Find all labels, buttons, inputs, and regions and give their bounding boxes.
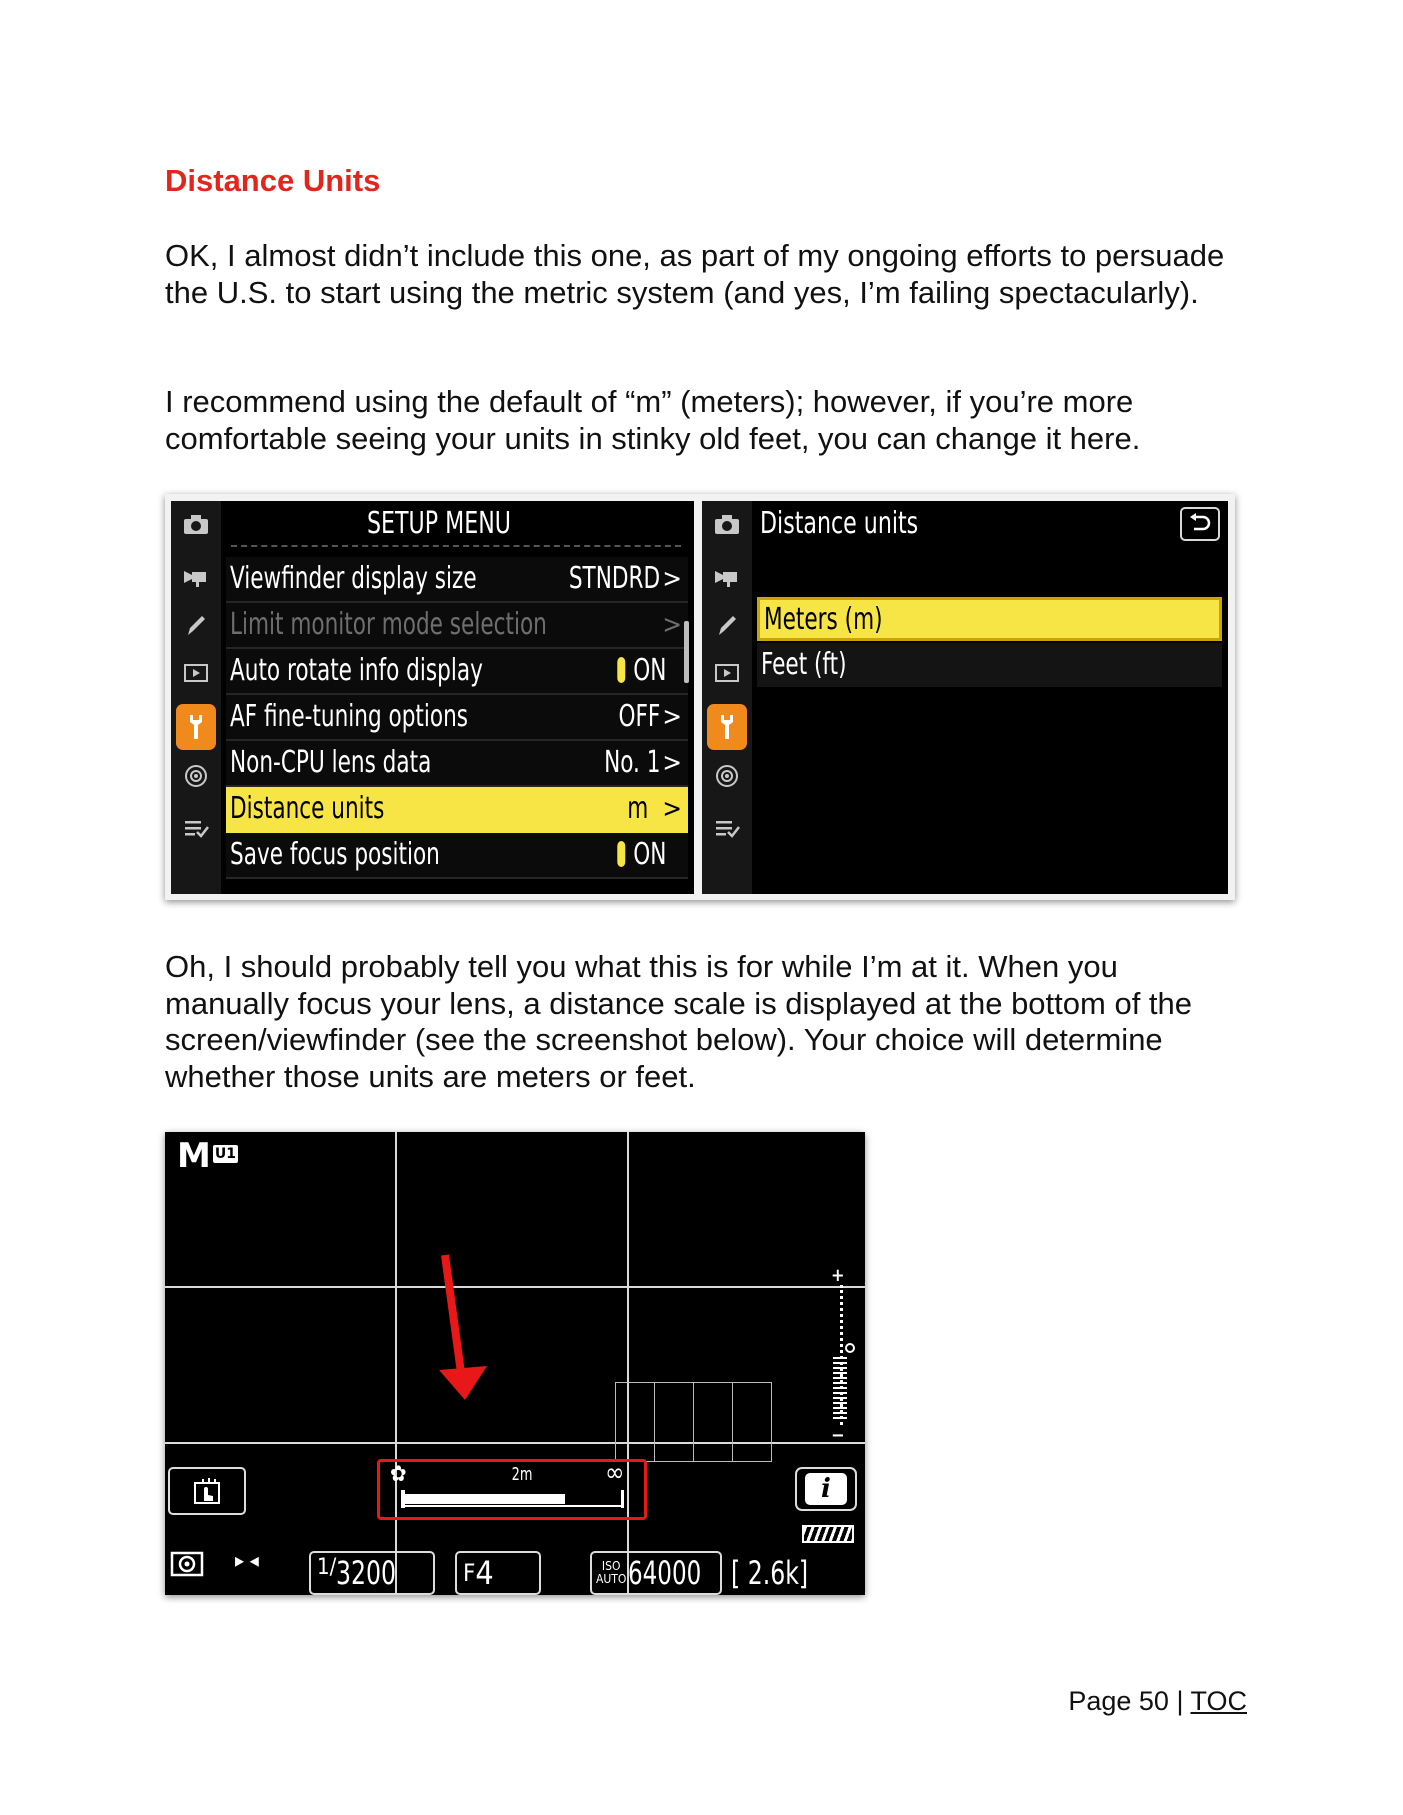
chevron-right-icon: > xyxy=(662,702,682,732)
network-icon xyxy=(707,756,747,796)
red-arrow-icon xyxy=(439,1254,487,1400)
wrench-icon xyxy=(707,704,747,750)
setup-menu-panel: SETUP MENU Viewfinder display size STNDR… xyxy=(171,501,694,894)
chevron-right-icon: > xyxy=(662,748,682,778)
iso-sensitivity[interactable]: ISO AUTO 64000 xyxy=(590,1551,722,1595)
menu-row-non-cpu-lens[interactable]: Non-CPU lens data No. 1 > xyxy=(226,741,688,787)
camera-icon xyxy=(176,504,216,544)
exposure-indicator: + − xyxy=(831,1267,855,1445)
chevron-right-icon: > xyxy=(662,610,682,640)
movie-icon xyxy=(707,557,747,597)
menu-row-auto-rotate[interactable]: Auto rotate info display ON xyxy=(226,649,688,695)
camera-icon xyxy=(707,504,747,544)
exposure-mode: M U1 xyxy=(177,1136,238,1176)
menu-row-distance-units[interactable]: Distance units m > xyxy=(226,787,688,833)
return-icon xyxy=(1190,513,1211,531)
toc-link[interactable]: TOC xyxy=(1190,1686,1247,1716)
toggle-on-icon xyxy=(616,840,625,867)
menu-tab-column xyxy=(171,501,221,894)
distance-units-panel: Distance units Meters (m) Feet (ft) xyxy=(702,501,1228,894)
wrench-icon xyxy=(176,704,216,750)
menu-row-limit-monitor-mode: Limit monitor mode selection > xyxy=(226,603,688,649)
menu-row-viewfinder-display-size[interactable]: Viewfinder display size STNDRD > xyxy=(226,557,688,603)
paragraph-recommendation: I recommend using the default of “m” (me… xyxy=(165,384,1141,456)
my-menu-icon xyxy=(176,808,216,848)
menu-row-af-fine-tuning[interactable]: AF fine-tuning options OFF > xyxy=(226,695,688,741)
infinity-symbol: ∞ xyxy=(605,1458,625,1488)
movie-icon xyxy=(176,557,216,597)
option-meters[interactable]: Meters (m) xyxy=(757,597,1222,641)
viewfinder-screenshot: M U1 + − ✿ 2m ∞ i ▸ ◂ 1/3200 F4 ISO AUTO… xyxy=(165,1132,865,1595)
pencil-icon xyxy=(707,605,747,645)
macro-flower-icon: ✿ xyxy=(390,1462,407,1487)
playback-icon xyxy=(176,653,216,693)
menu-row-save-focus-position[interactable]: Save focus position ON xyxy=(226,833,688,879)
pencil-icon xyxy=(176,605,216,645)
chevron-right-icon: > xyxy=(662,564,682,594)
back-button[interactable] xyxy=(1180,507,1220,541)
info-button[interactable]: i xyxy=(795,1467,857,1511)
page-number: Page 50 | xyxy=(1068,1686,1191,1716)
section-heading: Distance Units xyxy=(165,163,381,198)
option-feet[interactable]: Feet (ft) xyxy=(757,643,1222,687)
af-area-grid xyxy=(615,1382,772,1462)
paragraph-explanation: Oh, I should probably tell you what this… xyxy=(165,949,1193,1094)
setup-menu-title: SETUP MENU xyxy=(367,506,511,541)
distance-units-title: Distance units xyxy=(760,506,919,541)
shutter-speed[interactable]: 1/3200 xyxy=(309,1551,435,1595)
chevron-right-icon: > xyxy=(662,794,682,824)
touch-shutter-button[interactable] xyxy=(168,1467,246,1515)
paragraph-intro: OK, I almost didn’t include this one, as… xyxy=(165,238,1225,310)
network-icon xyxy=(176,756,216,796)
shots-remaining: [ 2.6k] xyxy=(731,1554,809,1592)
my-menu-icon xyxy=(707,808,747,848)
page-footer: Page 50 | TOC xyxy=(1068,1686,1247,1717)
camera-menu-screenshot: SETUP MENU Viewfinder display size STNDR… xyxy=(165,494,1235,900)
playback-icon xyxy=(707,653,747,693)
battery-icon xyxy=(802,1525,854,1543)
bracketing-indicator-icon: ▸ ◂ xyxy=(235,1548,259,1572)
toggle-on-icon xyxy=(616,656,625,683)
menu-tab-column xyxy=(702,501,752,894)
distance-scale-bar xyxy=(405,1494,565,1504)
aperture[interactable]: F4 xyxy=(455,1551,541,1595)
metering-icon xyxy=(170,1550,204,1578)
touch-hand-icon xyxy=(194,1478,220,1504)
menu-scrollbar[interactable] xyxy=(684,621,689,683)
distance-label: 2m xyxy=(511,1464,533,1485)
